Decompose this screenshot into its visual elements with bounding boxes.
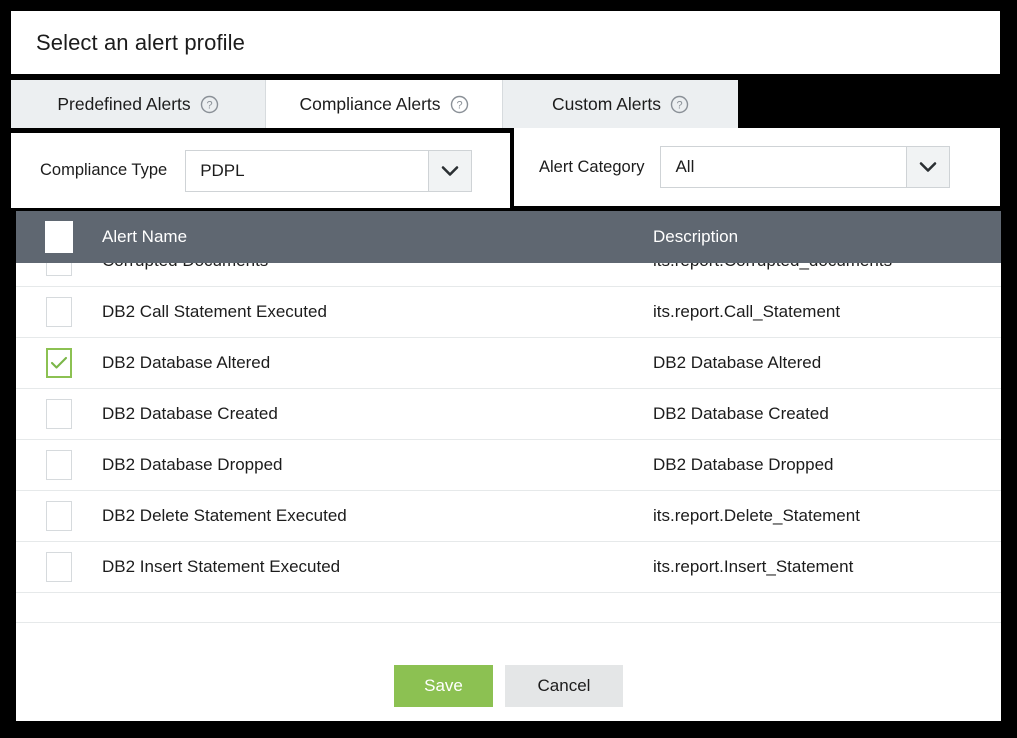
row-checkbox-cell bbox=[16, 297, 102, 327]
row-checkbox-cell bbox=[16, 399, 102, 429]
alert-category-value: All bbox=[661, 147, 906, 187]
tab-strip: Predefined Alerts ? Compliance Alerts ? … bbox=[11, 80, 738, 128]
table-row[interactable]: Corrupted Documentsits.report.Corrupted_… bbox=[16, 263, 1001, 287]
tab-compliance-alerts-label: Compliance Alerts bbox=[299, 94, 440, 115]
compliance-type-filter: Compliance Type PDPL bbox=[11, 133, 510, 208]
row-description: its.report.Call_Statement bbox=[653, 302, 1001, 322]
table-row[interactable]: DB2 Insert Statement Executedits.report.… bbox=[16, 542, 1001, 593]
help-circle-icon[interactable]: ? bbox=[450, 95, 469, 114]
row-checkbox[interactable] bbox=[46, 297, 72, 327]
table-row[interactable]: DB2 Database CreatedDB2 Database Created bbox=[16, 389, 1001, 440]
dialog-footer: Save Cancel bbox=[16, 650, 1001, 721]
alert-category-select[interactable]: All bbox=[660, 146, 950, 188]
row-alert-name: DB2 Database Created bbox=[102, 404, 653, 424]
row-checkbox-cell bbox=[16, 348, 102, 378]
row-alert-name: Corrupted Documents bbox=[102, 263, 653, 271]
row-alert-name: DB2 Insert Statement Executed bbox=[102, 557, 653, 577]
select-all-checkbox[interactable] bbox=[45, 221, 73, 253]
row-checkbox-cell bbox=[16, 263, 102, 276]
column-header-alert-name[interactable]: Alert Name bbox=[102, 227, 653, 247]
table-row[interactable]: DB2 Database AlteredDB2 Database Altered bbox=[16, 338, 1001, 389]
tab-compliance-alerts[interactable]: Compliance Alerts ? bbox=[266, 80, 503, 128]
table-row-empty bbox=[16, 623, 1001, 650]
chevron-down-icon[interactable] bbox=[906, 147, 949, 187]
row-alert-name: DB2 Database Altered bbox=[102, 353, 653, 373]
select-all-cell bbox=[16, 221, 102, 253]
alert-category-label: Alert Category bbox=[539, 158, 644, 177]
alert-category-filter: Alert Category All bbox=[514, 128, 1000, 206]
alerts-table-header: Alert Name Description bbox=[16, 211, 1001, 263]
row-alert-name: DB2 Database Dropped bbox=[102, 455, 653, 475]
row-checkbox-checked[interactable] bbox=[46, 348, 72, 378]
row-description: DB2 Database Created bbox=[653, 404, 1001, 424]
row-checkbox[interactable] bbox=[46, 399, 72, 429]
row-description: DB2 Database Dropped bbox=[653, 455, 1001, 475]
row-checkbox-cell bbox=[16, 450, 102, 480]
table-row[interactable]: DB2 Delete Statement Executedits.report.… bbox=[16, 491, 1001, 542]
help-circle-icon[interactable]: ? bbox=[670, 95, 689, 114]
row-alert-name: DB2 Call Statement Executed bbox=[102, 302, 653, 322]
dialog-title: Select an alert profile bbox=[36, 30, 245, 56]
alerts-table-scroll-area[interactable]: Corrupted Documentsits.report.Corrupted_… bbox=[16, 263, 1001, 650]
compliance-type-value: PDPL bbox=[186, 151, 428, 191]
row-checkbox[interactable] bbox=[46, 501, 72, 531]
table-row[interactable]: DB2 Call Statement Executedits.report.Ca… bbox=[16, 287, 1001, 338]
cancel-button[interactable]: Cancel bbox=[505, 665, 623, 707]
tab-custom-alerts-label: Custom Alerts bbox=[552, 94, 661, 115]
save-button[interactable]: Save bbox=[394, 665, 493, 707]
tab-custom-alerts[interactable]: Custom Alerts ? bbox=[503, 80, 738, 128]
compliance-type-select[interactable]: PDPL bbox=[185, 150, 472, 192]
help-circle-icon[interactable]: ? bbox=[200, 95, 219, 114]
chevron-down-icon[interactable] bbox=[428, 151, 471, 191]
row-alert-name: DB2 Delete Statement Executed bbox=[102, 506, 653, 526]
row-checkbox[interactable] bbox=[46, 552, 72, 582]
alerts-table: Alert Name Description Corrupted Documen… bbox=[16, 211, 1001, 650]
tab-predefined-alerts-label: Predefined Alerts bbox=[57, 94, 190, 115]
column-header-description[interactable]: Description bbox=[653, 227, 1001, 247]
alert-profile-dialog: Select an alert profile Predefined Alert… bbox=[0, 0, 1017, 738]
row-description: its.report.Insert_Statement bbox=[653, 557, 1001, 577]
svg-text:?: ? bbox=[676, 99, 682, 111]
row-description: its.report.Delete_Statement bbox=[653, 506, 1001, 526]
svg-text:?: ? bbox=[456, 99, 462, 111]
checkmark-icon bbox=[50, 356, 68, 370]
row-checkbox-cell bbox=[16, 552, 102, 582]
compliance-type-label: Compliance Type bbox=[40, 161, 167, 180]
row-description: its.report.Corrupted_documents bbox=[653, 263, 1001, 271]
table-row-empty bbox=[16, 593, 1001, 623]
tab-predefined-alerts[interactable]: Predefined Alerts ? bbox=[11, 80, 266, 128]
svg-text:?: ? bbox=[206, 99, 212, 111]
row-description: DB2 Database Altered bbox=[653, 353, 1001, 373]
row-checkbox[interactable] bbox=[46, 450, 72, 480]
row-checkbox-cell bbox=[16, 501, 102, 531]
row-checkbox[interactable] bbox=[46, 263, 72, 276]
dialog-titlebar: Select an alert profile bbox=[11, 11, 1000, 74]
table-row[interactable]: DB2 Database DroppedDB2 Database Dropped bbox=[16, 440, 1001, 491]
